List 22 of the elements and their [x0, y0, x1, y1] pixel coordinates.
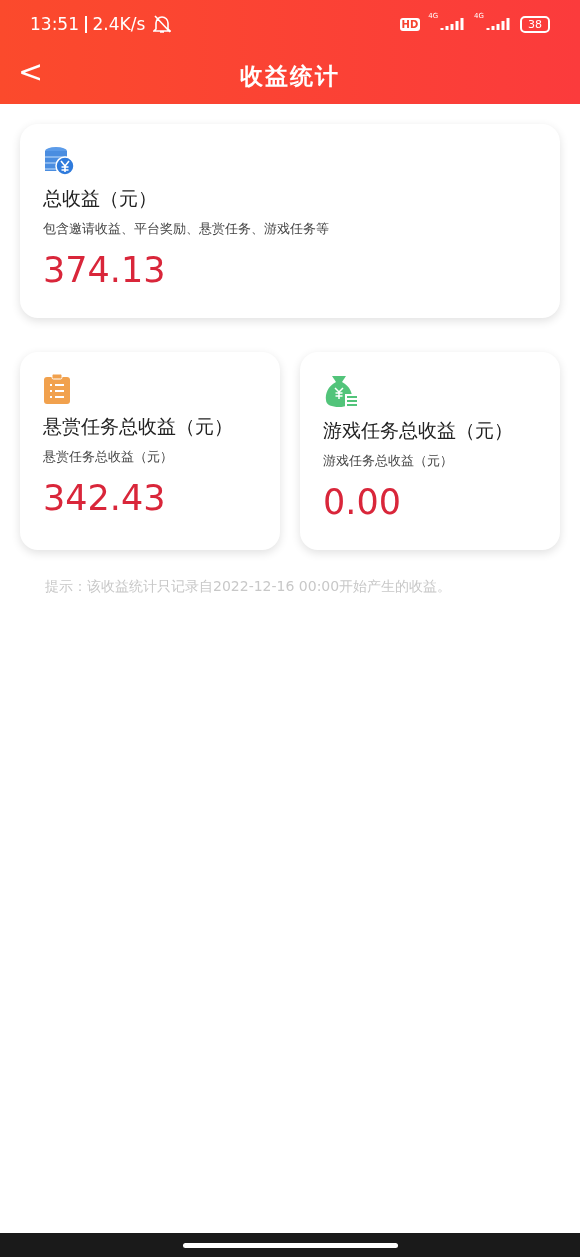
- card-subtitle: 悬赏任务总收益（元）: [43, 448, 173, 466]
- muted-bell-icon: [153, 14, 172, 34]
- card-title: 悬赏任务总收益（元）: [43, 414, 233, 439]
- home-indicator[interactable]: [182, 1242, 398, 1248]
- hd-badge: HD: [399, 17, 421, 31]
- amount-value: 342.43: [43, 478, 166, 518]
- card-title: 游戏任务总收益（元）: [323, 418, 513, 443]
- coins-icon: [43, 146, 75, 176]
- card-subtitle: 游戏任务总收益（元）: [323, 452, 453, 470]
- network-speed: 2.4K/s: [92, 14, 146, 34]
- signal-icon: [486, 16, 512, 32]
- battery-level: 38: [520, 15, 550, 33]
- card-title: 总收益（元）: [43, 186, 157, 211]
- clock-time: 13:51: [30, 14, 79, 34]
- card-subtitle: 包含邀请收益、平台奖励、悬赏任务、游戏任务等: [43, 220, 329, 238]
- signal-icon: [440, 16, 467, 32]
- back-button[interactable]: <: [14, 54, 48, 89]
- amount-value: 0.00: [323, 482, 401, 522]
- page-title: 收益统计: [240, 61, 340, 91]
- clipboard-icon: [43, 374, 71, 404]
- money-bag-icon: [323, 374, 359, 408]
- amount-value: 374.13: [43, 250, 166, 290]
